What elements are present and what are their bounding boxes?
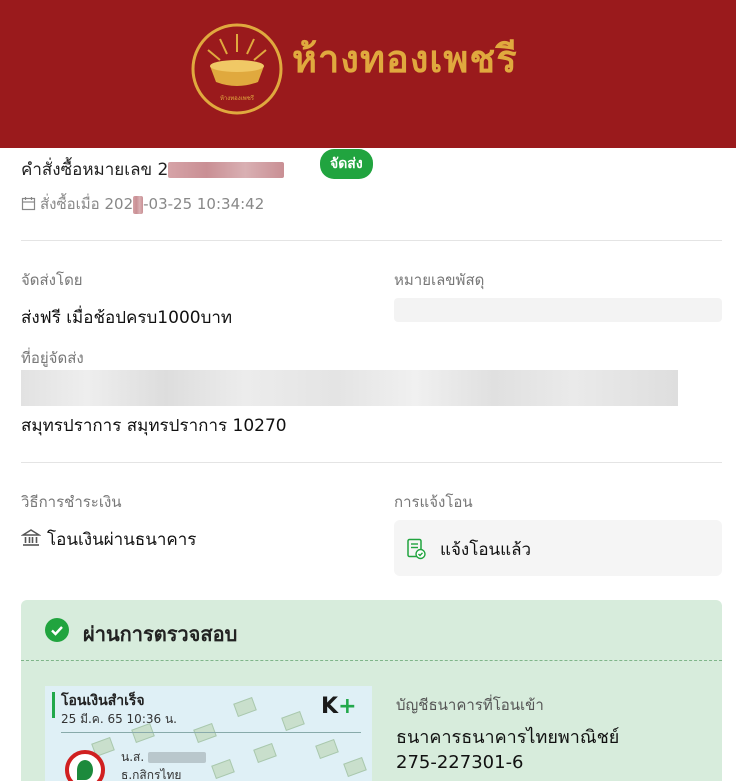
shop-header: ห้างทองเพชรี ห้างทองเพชรี — [0, 0, 736, 148]
shop-logo-icon: ห้างทองเพชรี — [191, 23, 283, 115]
money-decor-icon — [211, 759, 235, 779]
shipping-address-label: ที่อยู่จัดส่ง — [21, 349, 84, 367]
kplus-logo: K+ — [321, 694, 357, 719]
money-decor-icon — [193, 723, 217, 743]
verification-panel: ผ่านการตรวจสอบ โอนเงินสำเร็จ 25 มี.ค. 65… — [21, 600, 722, 781]
tracking-number-label: หมายเลขพัสดุ — [394, 271, 485, 289]
calendar-icon — [21, 197, 36, 211]
check-circle-icon — [45, 618, 69, 642]
divider — [21, 240, 722, 241]
slip-sender-name: น.ส. — [121, 748, 206, 767]
destination-account-label: บัญชีธนาคารที่โอนเข้า — [396, 696, 544, 714]
verification-title: ผ่านการตรวจสอบ — [83, 622, 238, 646]
document-check-icon — [407, 538, 426, 560]
slip-status: โอนเงินสำเร็จ — [61, 693, 145, 709]
bank-icon — [20, 529, 42, 546]
payment-method-label: วิธีการชำระเงิน — [21, 493, 122, 511]
slip-divider — [61, 732, 361, 733]
money-decor-icon — [281, 711, 305, 731]
kplus-logo-plus: + — [338, 694, 357, 719]
kplus-logo-k: K — [321, 694, 339, 719]
status-badge: จัดส่ง — [320, 149, 373, 179]
order-date: สั่งซื้อเมื่อ 202 -03-25 10:34:42 — [21, 192, 264, 216]
transfer-slip-image[interactable]: โอนเงินสำเร็จ 25 มี.ค. 65 10:36 น. K+ น.… — [45, 686, 372, 781]
shipping-address-line: สมุทรปราการ สมุทรปราการ 10270 — [21, 416, 287, 436]
order-number-redacted — [168, 162, 285, 178]
order-number-label: คำสั่งซื้อหมายเลข — [21, 160, 153, 180]
payment-method-text: โอนเงินผ่านธนาคาร — [47, 530, 197, 550]
order-date-label: สั่งซื้อเมื่อ — [40, 195, 100, 213]
transfer-notify-label: การแจ้งโอน — [394, 493, 473, 511]
tracking-number-value — [394, 298, 722, 322]
payment-method-value: โอนเงินผ่านธนาคาร — [20, 526, 197, 553]
transfer-notify-status: แจ้งโอนแล้ว — [394, 520, 722, 576]
shipping-address-redacted — [21, 370, 678, 406]
order-date-redacted — [133, 195, 144, 214]
order-date-part1: 202 — [104, 195, 134, 213]
destination-account-number: 275-227301-6 — [396, 752, 524, 773]
slip-datetime: 25 มี.ค. 65 10:36 น. — [61, 712, 177, 726]
money-decor-icon — [343, 757, 367, 777]
order-date-part2: -03-25 10:34:42 — [143, 195, 265, 213]
slip-sender-bank: ธ.กสิกรไทย — [121, 768, 182, 781]
svg-text:ห้างทองเพชรี: ห้างทองเพชรี — [220, 94, 255, 102]
divider — [21, 462, 722, 463]
money-decor-icon — [233, 697, 257, 717]
order-number: คำสั่งซื้อหมายเลข 2 — [21, 156, 285, 183]
transfer-notify-value: แจ้งโอนแล้ว — [440, 540, 532, 560]
slip-sender-redacted — [147, 752, 206, 763]
brand-name: ห้างทองเพชรี — [292, 37, 518, 81]
dashed-divider — [21, 660, 722, 661]
order-number-prefix: 2 — [157, 160, 169, 180]
shipping-method-value: ส่งฟรี เมื่อช้อปครบ1000บาท — [21, 308, 233, 328]
slip-sender-prefix: น.ส. — [121, 750, 145, 764]
money-decor-icon — [315, 739, 339, 759]
destination-bank-name: ธนาคารธนาคารไทยพาณิชย์ — [396, 727, 620, 748]
money-decor-icon — [253, 743, 277, 763]
shipping-method-label: จัดส่งโดย — [21, 271, 83, 289]
slip-accent-bar — [52, 692, 55, 718]
